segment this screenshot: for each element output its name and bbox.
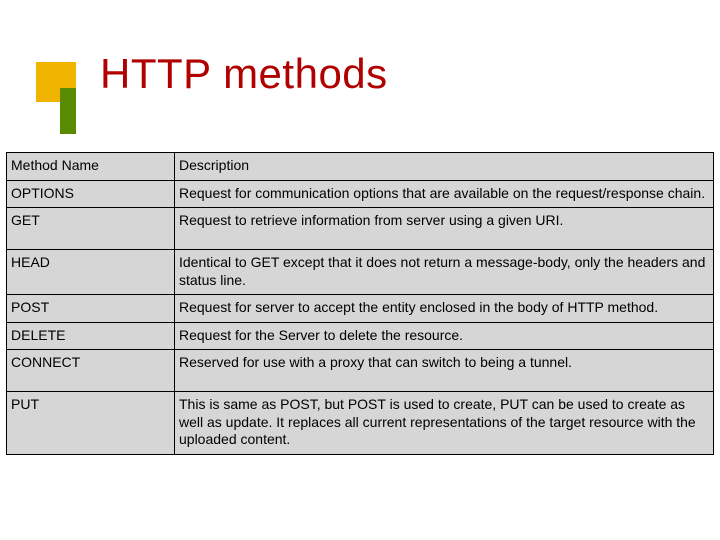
header-desc: Description: [175, 153, 714, 181]
http-methods-table: Method Name Description OPTIONS Request …: [6, 152, 714, 455]
table-row: DELETE Request for the Server to delete …: [7, 322, 714, 350]
cell-method: OPTIONS: [7, 180, 175, 208]
header-method: Method Name: [7, 153, 175, 181]
cell-method: GET: [7, 208, 175, 250]
table-row: HEAD Identical to GET except that it doe…: [7, 250, 714, 295]
table-row: OPTIONS Request for communication option…: [7, 180, 714, 208]
table-row: CONNECT Reserved for use with a proxy th…: [7, 350, 714, 392]
table-row: POST Request for server to accept the en…: [7, 295, 714, 323]
title-block: HTTP methods: [0, 0, 720, 148]
cell-method: POST: [7, 295, 175, 323]
accent-square-green: [60, 88, 76, 134]
table-row: GET Request to retrieve information from…: [7, 208, 714, 250]
cell-method: PUT: [7, 392, 175, 455]
http-methods-table-wrap: Method Name Description OPTIONS Request …: [6, 152, 714, 455]
cell-desc: Request for communication options that a…: [175, 180, 714, 208]
cell-method: HEAD: [7, 250, 175, 295]
cell-method: DELETE: [7, 322, 175, 350]
table-header-row: Method Name Description: [7, 153, 714, 181]
cell-method: CONNECT: [7, 350, 175, 392]
cell-desc: Request for server to accept the entity …: [175, 295, 714, 323]
cell-desc: This is same as POST, but POST is used t…: [175, 392, 714, 455]
cell-desc: Reserved for use with a proxy that can s…: [175, 350, 714, 392]
cell-desc: Request to retrieve information from ser…: [175, 208, 714, 250]
cell-desc: Identical to GET except that it does not…: [175, 250, 714, 295]
slide: HTTP methods Method Name Description OPT…: [0, 0, 720, 540]
cell-desc: Request for the Server to delete the res…: [175, 322, 714, 350]
slide-title: HTTP methods: [100, 50, 388, 98]
table-row: PUT This is same as POST, but POST is us…: [7, 392, 714, 455]
